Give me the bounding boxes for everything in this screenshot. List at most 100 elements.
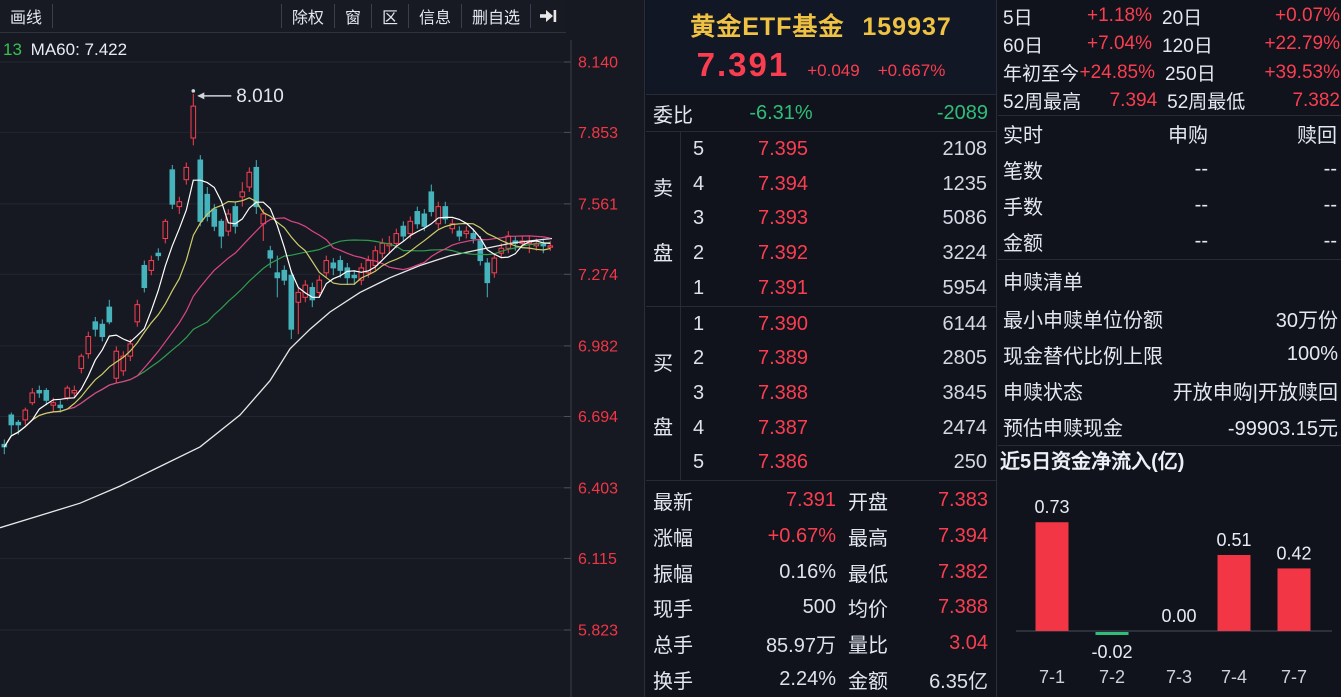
kline-panel: 8.1407.8537.5617.2746.9826.6946.4036.115… — [0, 0, 645, 697]
toolbar-button-remove-watchlist[interactable]: 删自选 — [462, 0, 530, 32]
bid-row[interactable]: 17.3906144 — [681, 307, 996, 342]
toolbar-button-region[interactable]: 区 — [372, 0, 408, 32]
subscription-row: 现金替代比例上限100% — [998, 336, 1341, 372]
stat-value: 85.97万 — [708, 629, 836, 658]
level: 4 — [681, 173, 723, 196]
weibi-value: -6.31% — [716, 102, 846, 125]
price: 7.395 — [723, 138, 843, 161]
subscription-row: 申赎状态开放申购|开放赎回 — [998, 373, 1341, 409]
perf-label: 250日 — [1155, 59, 1219, 86]
svg-text:5.823: 5.823 — [578, 623, 618, 640]
svg-text:0.00: 0.00 — [1161, 606, 1196, 626]
pan-char: 盘 — [653, 237, 673, 266]
volume: 3845 — [843, 382, 996, 405]
stat-label: 最低 — [836, 558, 898, 587]
ask-row[interactable]: 27.3923224 — [681, 236, 996, 271]
toolbar-button-info[interactable]: 信息 — [409, 0, 461, 32]
bid-row[interactable]: 27.3892805 — [681, 342, 996, 377]
stat-value: 7.383 — [898, 489, 996, 512]
svg-text:6.694: 6.694 — [578, 409, 618, 426]
last-price: 7.391 — [697, 46, 790, 84]
perf-value: +7.04% — [1076, 33, 1152, 55]
perf-value: +1.18% — [1076, 5, 1152, 27]
subs-label: 最小申赎单位份额 — [998, 304, 1163, 333]
svg-text:0.42: 0.42 — [1276, 543, 1311, 563]
perf-value: 7.382 — [1245, 90, 1341, 112]
realtime-row: 手数---- — [998, 188, 1341, 224]
redeem-col: 赎回 — [1208, 119, 1341, 148]
perf-label: 20日 — [1152, 3, 1216, 30]
svg-text:8.010: 8.010 — [236, 86, 284, 107]
info-panel: 5日+1.18%20日+0.07%60日+7.04%120日+22.79%年初至… — [998, 0, 1341, 697]
quote-panel: 黄金ETF基金 159937 7.391 +0.049 +0.667% 委比 -… — [646, 0, 997, 697]
svg-text:7-2: 7-2 — [1099, 667, 1125, 687]
price: 7.391 — [723, 277, 843, 300]
svg-text:0.73: 0.73 — [1034, 497, 1069, 517]
perf-value: +24.85% — [1079, 62, 1155, 84]
toolbar-button-window[interactable]: 窗 — [335, 0, 371, 32]
stat-label: 最高 — [836, 522, 898, 551]
price: 7.388 — [723, 382, 843, 405]
subs-label: 现金替代比例上限 — [998, 340, 1163, 369]
ask-row[interactable]: 17.3915954 — [681, 271, 996, 306]
sell-char: 卖 — [653, 172, 673, 201]
sell-side-label: 卖 盘 — [646, 132, 681, 306]
app-window: 8.1407.8537.5617.2746.9826.6946.4036.115… — [0, 0, 1341, 697]
svg-text:7-7: 7-7 — [1281, 667, 1307, 687]
stat-label: 涨幅 — [646, 522, 708, 551]
perf-value: +22.79% — [1216, 33, 1341, 55]
buy-side-label: 买 盘 — [646, 307, 681, 480]
volume: 3224 — [843, 242, 996, 265]
svg-text:8.140: 8.140 — [578, 55, 618, 72]
price: 7.394 — [723, 173, 843, 196]
level: 1 — [681, 277, 723, 300]
weibi-label: 委比 — [646, 99, 716, 128]
toolbar-button-draw-line[interactable]: 画线 — [0, 0, 52, 32]
stats-row: 涨幅+0.67%最高7.394 — [646, 519, 996, 555]
realtime-header: 实时申购赎回 — [998, 116, 1341, 152]
level: 1 — [681, 313, 723, 336]
ask-row[interactable]: 47.3941235 — [681, 167, 996, 202]
kline-chart[interactable]: 8.1407.8537.5617.2746.9826.6946.4036.115… — [0, 0, 645, 697]
fund-name: 黄金ETF基金 — [690, 13, 844, 41]
pan-char: 盘 — [653, 411, 673, 440]
performance-row: 5日+1.18%20日+0.07% — [998, 2, 1341, 30]
stat-value: 7.391 — [708, 489, 836, 512]
svg-text:7-4: 7-4 — [1221, 667, 1247, 687]
rt-redeem-value: -- — [1208, 158, 1341, 181]
svg-text:7.561: 7.561 — [578, 196, 618, 213]
stat-label: 量比 — [836, 629, 898, 658]
ma-legend: 13 MA60: 7.422 — [3, 40, 127, 60]
stats-row: 换手2.24%金额6.35亿 — [646, 661, 996, 697]
ask-row[interactable]: 57.3952108 — [681, 132, 996, 167]
volume: 2474 — [843, 417, 996, 440]
svg-text:6.115: 6.115 — [578, 551, 617, 568]
ask-row[interactable]: 37.3935086 — [681, 202, 996, 237]
bid-row[interactable]: 57.386250 — [681, 445, 996, 480]
perf-label: 52周最低 — [1157, 87, 1245, 114]
skip-to-latest-icon[interactable] — [531, 0, 566, 32]
quote-header: 黄金ETF基金 159937 7.391 +0.049 +0.667% — [646, 0, 996, 95]
stat-value: +0.67% — [708, 525, 836, 548]
toolbar-button-exright[interactable]: 除权 — [282, 0, 334, 32]
svg-text:-0.02: -0.02 — [1091, 642, 1132, 662]
stat-value: 7.388 — [898, 596, 996, 619]
subs-value: -99903.15元 — [1123, 412, 1341, 441]
stat-label: 振幅 — [646, 558, 708, 587]
svg-text:7.853: 7.853 — [578, 125, 618, 142]
perf-value: +0.07% — [1216, 5, 1341, 27]
performance-row: 52周最高7.39452周最低7.382 — [998, 87, 1341, 115]
bid-row[interactable]: 37.3883845 — [681, 376, 996, 411]
level: 5 — [681, 451, 723, 474]
bid-row[interactable]: 47.3872474 — [681, 411, 996, 446]
volume: 1235 — [843, 173, 996, 196]
price-change-pct: +0.667% — [878, 61, 946, 81]
svg-text:0.51: 0.51 — [1216, 530, 1251, 550]
perf-value: +39.53% — [1219, 62, 1341, 84]
toolbar-spacer — [53, 0, 281, 32]
rt-subscribe-value: -- — [1098, 230, 1208, 253]
price: 7.387 — [723, 417, 843, 440]
realtime-row: 笔数---- — [998, 152, 1341, 188]
stats-row: 最新7.391开盘7.383 — [646, 483, 996, 519]
perf-value: 7.394 — [1081, 90, 1157, 112]
